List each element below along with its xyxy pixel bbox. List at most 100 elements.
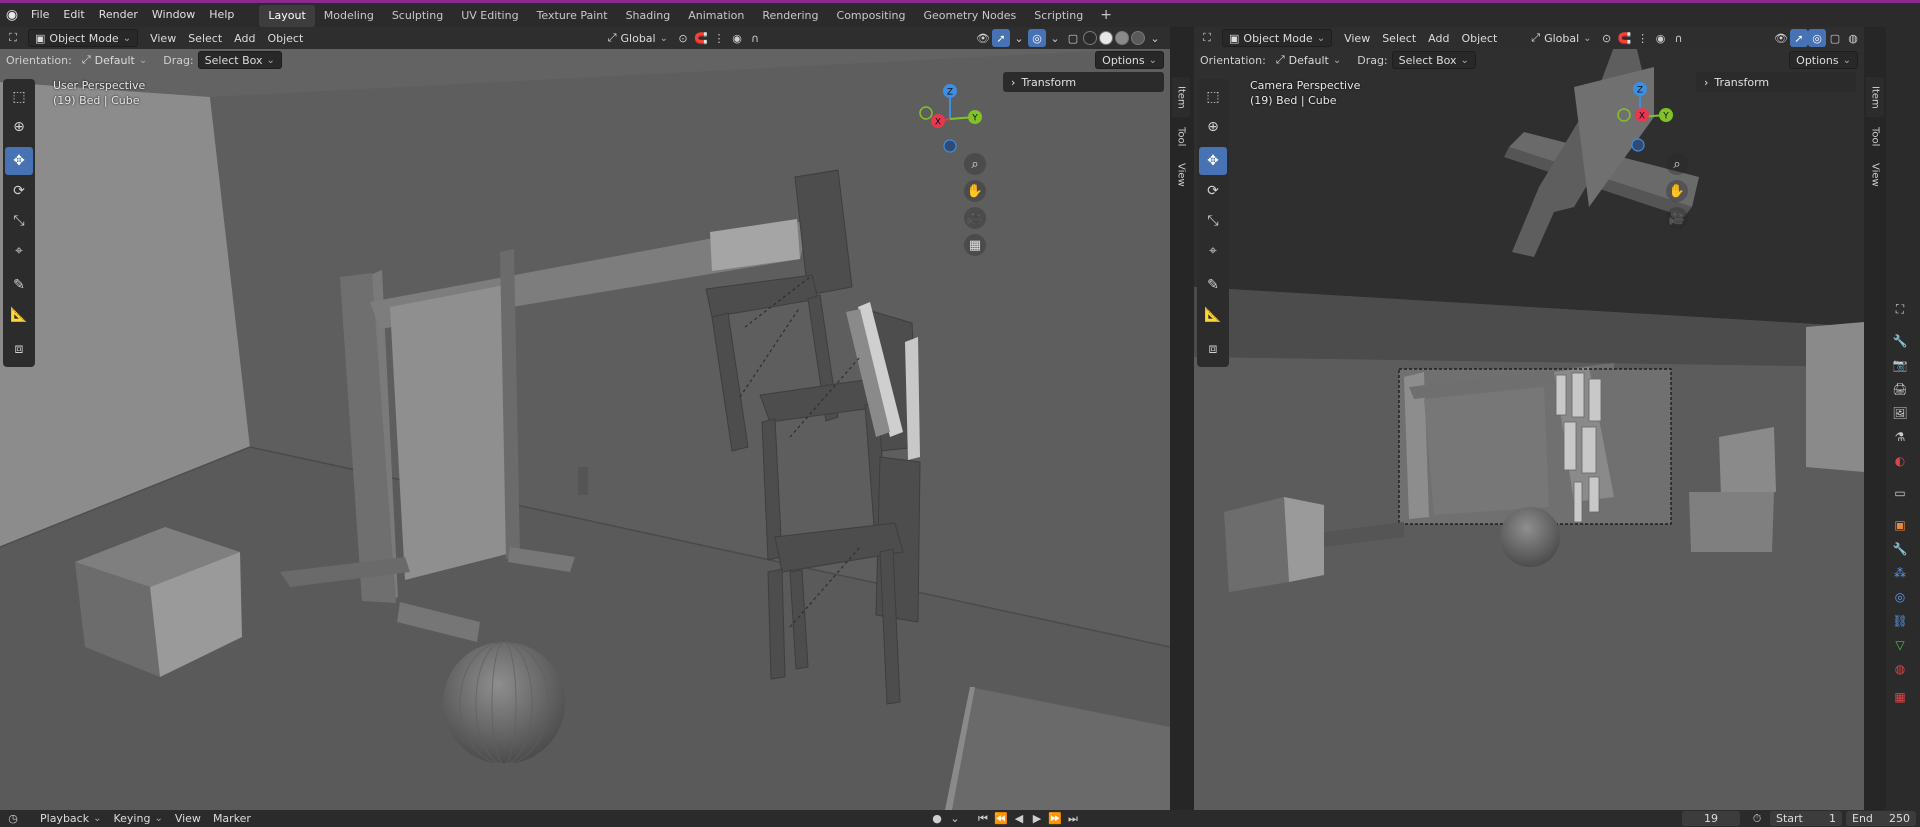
add-cube-tool-icon[interactable]: ⧈ [5,335,33,363]
jump-prev-keyframe-icon[interactable]: ⏪ [992,811,1010,826]
move-tool-icon[interactable]: ✥ [5,147,33,175]
preview-range-clock-icon[interactable]: ⏱ [1748,811,1766,826]
pan-hand-icon[interactable]: ✋ [1666,180,1688,202]
zoom-icon[interactable]: ⌕ [1666,153,1688,175]
workspace-tab-uv-editing[interactable]: UV Editing [452,5,527,27]
world-properties-icon[interactable]: ◐ [1890,451,1910,471]
camera-view-icon[interactable]: 🎥 [964,207,986,229]
n-tab-view[interactable]: View [1866,157,1884,193]
constraints-properties-icon[interactable]: ⛓ [1890,611,1910,631]
falloff-icon[interactable]: ∩ [746,29,764,47]
zoom-icon[interactable]: ⌕ [964,153,986,175]
scene-properties-icon[interactable]: ⚗ [1890,427,1910,447]
gizmo-toggle-icon[interactable]: ➚ [992,29,1010,47]
mode-dropdown[interactable]: ▣ Object Mode [1222,29,1333,47]
snap-increment-icon[interactable]: ⋮ [1634,29,1652,47]
collection-properties-icon[interactable]: ▭ [1890,483,1910,503]
transform-tool-icon[interactable]: ⌖ [1199,237,1227,265]
jump-start-icon[interactable]: ⏮ [974,811,992,826]
falloff-icon[interactable]: ∩ [1670,29,1688,47]
menu-file[interactable]: File [24,3,56,27]
menu-view[interactable]: View [144,29,182,47]
snap-increment-icon[interactable]: ⋮ [710,29,728,47]
xray-icon[interactable]: ▢ [1064,29,1082,47]
cursor-tool-icon[interactable]: ⊕ [5,113,33,141]
gizmo-neg-y-axis[interactable] [1617,108,1631,122]
transform-tool-icon[interactable]: ⌖ [5,237,33,265]
properties-editor-type-icon[interactable]: ⛶ [1890,299,1910,319]
annotate-tool-icon[interactable]: ✎ [1199,271,1227,299]
overlay-toggle-icon[interactable]: ◎ [1028,29,1046,47]
editor-type-icon[interactable]: ⛶ [4,29,22,47]
menu-add[interactable]: Add [1422,29,1455,47]
menu-help[interactable]: Help [202,3,241,27]
shading-wireframe-icon[interactable] [1083,31,1097,45]
proportional-edit-icon[interactable]: ◉ [1652,29,1670,47]
shading-solid-icon[interactable] [1099,31,1113,45]
menu-edit[interactable]: Edit [56,3,91,27]
material-properties-icon[interactable]: ◍ [1890,659,1910,679]
pivot-point-icon[interactable]: ⊙ [1598,29,1616,47]
texture-properties-icon[interactable]: ▦ [1890,687,1910,707]
menu-object[interactable]: Object [261,29,309,47]
gizmo-neg-z-axis[interactable] [943,139,957,153]
orientation-dropdown[interactable]: ⤢ Default [1270,51,1347,69]
options-dropdown[interactable]: Options [1095,51,1164,69]
rotate-tool-icon[interactable]: ⟳ [5,177,33,205]
render-properties-icon[interactable]: 📷 [1890,355,1910,375]
orientation-dropdown[interactable]: ⤢ Default [76,51,153,69]
timeline-menu-view[interactable]: View [169,811,207,826]
pan-hand-icon[interactable]: ✋ [964,180,986,202]
modifier-properties-icon[interactable]: 🔧 [1890,539,1910,559]
workspace-tab-animation[interactable]: Animation [679,5,753,27]
blender-logo-icon[interactable]: ◉ [0,3,24,27]
workspace-tab-rendering[interactable]: Rendering [753,5,827,27]
scale-tool-icon[interactable]: ⤡ [1199,207,1227,235]
camera-view-icon[interactable]: 🎥 [1666,207,1688,229]
viewport-left[interactable]: ⛶ ▣ Object Mode View Select Add Object ⤢… [0,27,1170,810]
menu-add[interactable]: Add [228,29,261,47]
annotate-tool-icon[interactable]: ✎ [5,271,33,299]
end-frame-field[interactable]: End 250 [1846,811,1916,826]
menu-render[interactable]: Render [92,3,145,27]
workspace-tab-sculpting[interactable]: Sculpting [383,5,452,27]
drag-dropdown[interactable]: Select Box [197,51,282,69]
menu-object[interactable]: Object [1455,29,1503,47]
navigation-gizmo[interactable]: Z Y X [1602,79,1678,155]
workspace-tab-compositing[interactable]: Compositing [828,5,915,27]
play-reverse-icon[interactable]: ◀ [1010,811,1028,826]
view-layer-properties-icon[interactable]: 🖼 [1890,403,1910,423]
visibility-icon[interactable]: 👁 [1772,29,1790,47]
shading-wireframe-icon[interactable]: ◍ [1844,29,1862,47]
menu-select[interactable]: Select [182,29,228,47]
particles-properties-icon[interactable]: ⁂ [1890,563,1910,583]
timeline-editor-type-icon[interactable]: ◷ [4,811,22,826]
editor-type-icon[interactable]: ⛶ [1198,29,1216,47]
measure-tool-icon[interactable]: 📐 [1199,301,1227,329]
add-cube-tool-icon[interactable]: ⧈ [1199,335,1227,363]
n-tab-view[interactable]: View [1172,157,1190,193]
viewport-right[interactable]: ⛶ ▣ Object Mode View Select Add Object ⤢… [1194,27,1864,810]
n-tab-item[interactable]: Item [1866,77,1884,117]
menu-window[interactable]: Window [145,3,202,27]
shading-rendered-icon[interactable] [1131,31,1145,45]
menu-select[interactable]: Select [1376,29,1422,47]
timeline-menu-playback[interactable]: Playback [34,811,107,826]
measure-tool-icon[interactable]: 📐 [5,301,33,329]
current-frame-field[interactable]: 19 [1682,811,1740,826]
jump-end-icon[interactable]: ⏭ [1064,811,1082,826]
mode-dropdown[interactable]: ▣ Object Mode [28,29,139,47]
drag-dropdown[interactable]: Select Box [1391,51,1476,69]
data-properties-icon[interactable]: ▽ [1890,635,1910,655]
select-box-tool-icon[interactable]: ⬚ [1199,83,1227,111]
workspace-tab-texture-paint[interactable]: Texture Paint [528,5,617,27]
transform-orientation-dropdown[interactable]: ⤢ Global [1525,29,1597,47]
select-box-tool-icon[interactable]: ⬚ [5,83,33,111]
timeline-menu-keying[interactable]: Keying [107,811,168,826]
n-tab-item[interactable]: Item [1172,77,1190,117]
transform-orientation-dropdown[interactable]: ⤢ Global [602,29,674,47]
overlay-dropdown-icon[interactable]: ⌄ [1046,29,1064,47]
snap-icon[interactable]: 🧲 [692,29,710,47]
rotate-tool-icon[interactable]: ⟳ [1199,177,1227,205]
snap-icon[interactable]: 🧲 [1616,29,1634,47]
